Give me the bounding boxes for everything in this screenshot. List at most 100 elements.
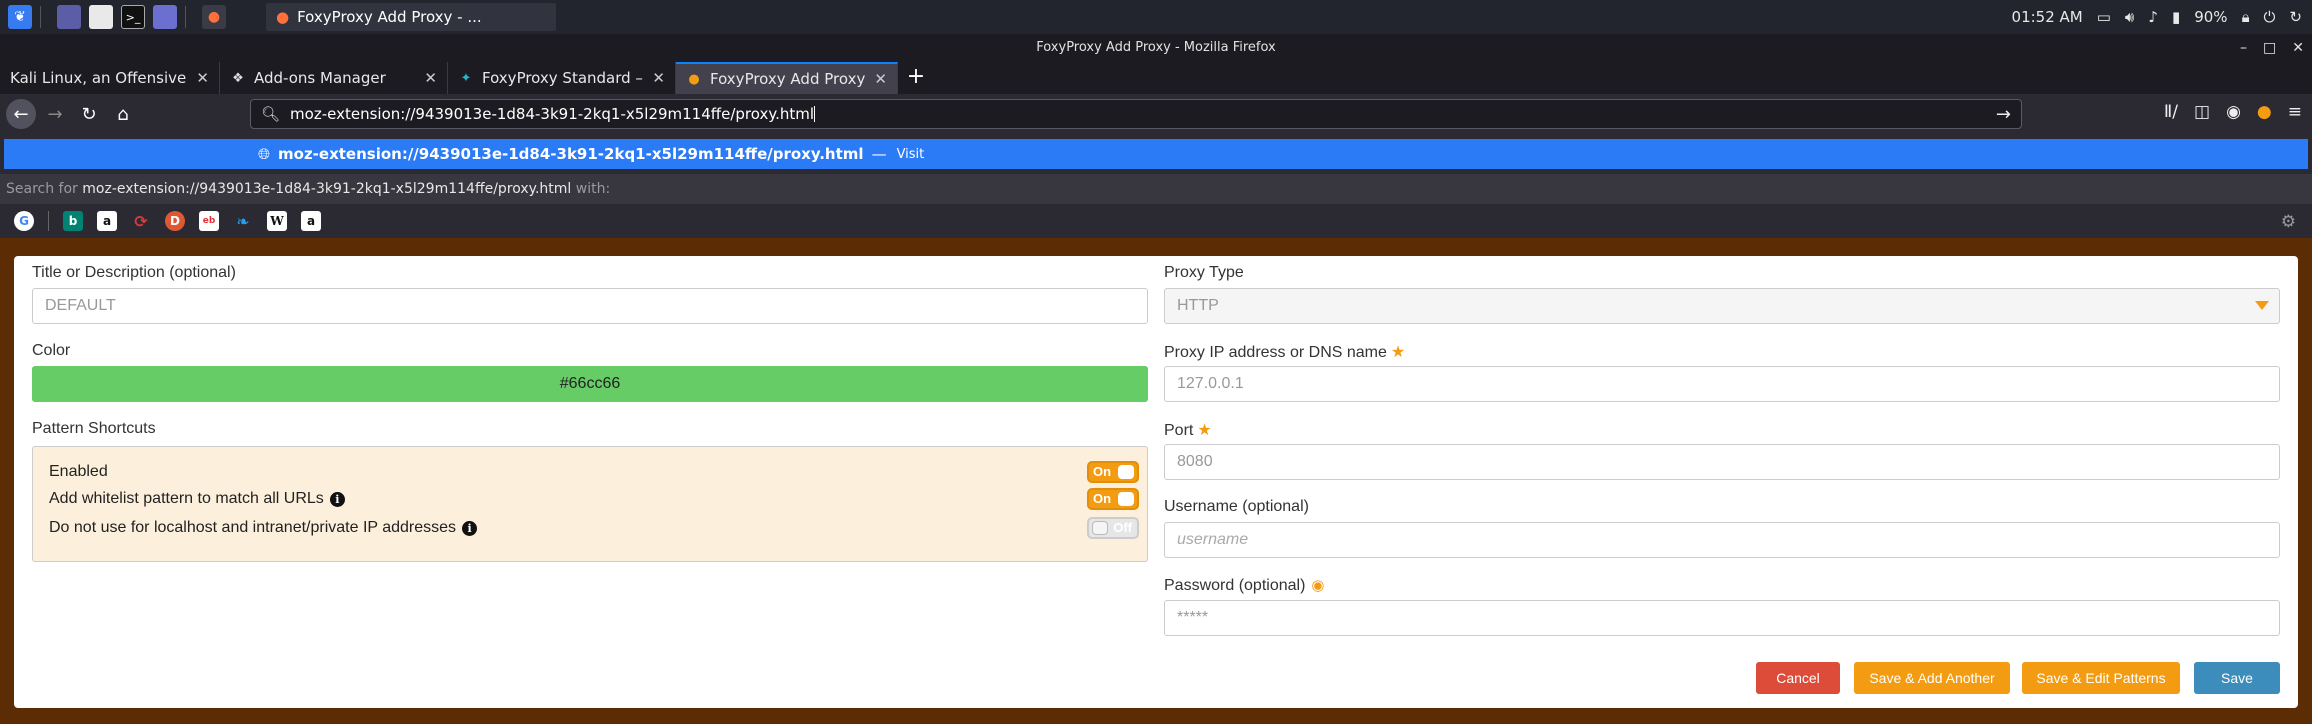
notification-bell-icon[interactable]: ♪ — [2148, 8, 2158, 26]
proxy-type-select[interactable]: HTTP — [1164, 288, 2280, 324]
port-label-text: Port — [1164, 422, 1194, 439]
library-icon[interactable]: Ⅱ∕ — [2164, 102, 2178, 122]
tab-kali-linux[interactable]: Kali Linux, an Offensive Secu ✕ — [0, 62, 220, 94]
proxy-ip-label: Proxy IP address or DNS name ★ — [1164, 342, 1405, 362]
wikipedia-icon[interactable]: W — [267, 211, 287, 231]
tab-label: FoxyProxy Add Proxy — [710, 70, 866, 88]
close-icon[interactable]: ✕ — [196, 69, 209, 87]
username-input[interactable]: username — [1164, 522, 2280, 558]
tab-addons-manager[interactable]: ❖ Add-ons Manager ✕ — [220, 62, 448, 94]
file-manager-icon[interactable] — [89, 5, 113, 29]
add-proxy-form: Title or Description (optional) DEFAULT … — [14, 256, 2298, 708]
refresh-icon[interactable]: ↻ — [2289, 8, 2302, 26]
show-desktop-icon[interactable] — [57, 5, 81, 29]
system-tray: 01:52 AM ▭ 🔊︎ ♪ ▮ 90% 🔒︎ ⏻ ↻ — [2012, 0, 2302, 34]
twitter-icon[interactable]: ❧ — [233, 211, 253, 231]
reload-button[interactable]: ↻ — [74, 99, 104, 129]
duckduckgo-icon[interactable]: D — [165, 211, 185, 231]
color-picker[interactable]: #66cc66 — [32, 366, 1148, 402]
google-icon[interactable]: G — [14, 211, 34, 231]
close-icon[interactable]: ✕ — [424, 69, 437, 87]
localhost-toggle[interactable]: Off — [1087, 517, 1139, 539]
tab-foxyproxy-standard[interactable]: ✦ FoxyProxy Standard – Get ✕ — [448, 62, 676, 94]
ebay-icon[interactable]: eb — [199, 211, 219, 231]
password-input[interactable]: ***** — [1164, 600, 2280, 636]
power-icon[interactable]: ⏻ — [2264, 8, 2276, 26]
back-button[interactable]: ← — [6, 99, 36, 129]
speaker-icon[interactable]: 🔊︎ — [2125, 8, 2134, 26]
shortcut-whitelist: Add whitelist pattern to match all URLs … — [49, 490, 345, 508]
cancel-button[interactable]: Cancel — [1756, 662, 1840, 694]
puzzle-icon: ❖ — [232, 70, 244, 86]
minimize-icon[interactable]: – — [2240, 34, 2247, 62]
proxy-ip-input[interactable]: 127.0.0.1 — [1164, 366, 2280, 402]
info-icon[interactable]: i — [329, 491, 345, 507]
clock[interactable]: 01:52 AM — [2012, 8, 2083, 26]
page-content: Title or Description (optional) DEFAULT … — [0, 238, 2312, 724]
amazon-icon[interactable]: a — [97, 211, 117, 231]
bing-icon[interactable]: b — [63, 211, 83, 231]
separator — [48, 211, 49, 231]
whitelist-toggle[interactable]: On — [1087, 488, 1139, 510]
port-label: Port ★ — [1164, 420, 1212, 440]
search-icon: 🔍︎ — [261, 105, 281, 123]
foxyproxy-icon: ✦ — [460, 70, 472, 86]
tab-foxyproxy-add-proxy[interactable]: ● FoxyProxy Add Proxy ✕ — [676, 62, 898, 94]
close-window-icon[interactable]: ✕ — [2292, 34, 2304, 62]
required-star-icon: ★ — [1197, 422, 1212, 439]
close-icon[interactable]: ✕ — [652, 69, 665, 87]
pattern-shortcuts-panel: Enabled On Add whitelist pattern to matc… — [32, 446, 1148, 562]
forward-button[interactable]: → — [40, 99, 70, 129]
password-label: Password (optional) ◉ — [1164, 576, 1325, 595]
toggle-state: On — [1093, 491, 1112, 506]
screenshot-app-icon[interactable] — [153, 5, 177, 29]
pattern-shortcuts-label: Pattern Shortcuts — [32, 420, 156, 437]
proxy-ip-label-text: Proxy IP address or DNS name — [1164, 344, 1387, 361]
toggle-state: On — [1093, 464, 1112, 479]
url-input[interactable]: moz-extension://9439013e-1d84-3k91-2kq1-… — [290, 105, 814, 123]
toggle-knob — [1118, 492, 1134, 506]
search-for-query: moz-extension://9439013e-1d84-3k91-2kq1-… — [82, 181, 572, 197]
window-title: FoxyProxy Add Proxy - Mozilla Firefox — [1036, 40, 1276, 55]
battery-icon[interactable]: ▮ — [2172, 8, 2180, 26]
hamburger-menu-icon[interactable]: ≡ — [2288, 102, 2302, 122]
shortcut-enabled: Enabled — [49, 463, 108, 481]
firefox-launcher-icon[interactable]: ● — [202, 5, 226, 29]
title-input[interactable]: DEFAULT — [32, 288, 1148, 324]
lock-icon[interactable]: 🔒︎ — [2242, 8, 2250, 26]
taskbar-active-window[interactable]: ● FoxyProxy Add Proxy - ... — [266, 3, 556, 31]
shortcut-localhost: Do not use for localhost and intranet/pr… — [49, 519, 478, 537]
home-button[interactable]: ⌂ — [108, 99, 138, 129]
save-edit-patterns-button[interactable]: Save & Edit Patterns — [2022, 662, 2180, 694]
sidebar-icon[interactable]: ◫ — [2194, 102, 2210, 122]
go-arrow-icon[interactable]: → — [1996, 104, 2011, 125]
close-icon[interactable]: ✕ — [874, 70, 887, 88]
tab-label: FoxyProxy Standard – Get — [482, 69, 646, 87]
maximize-icon[interactable]: □ — [2263, 34, 2276, 62]
enabled-toggle[interactable]: On — [1087, 461, 1139, 483]
save-add-another-button[interactable]: Save & Add Another — [1854, 662, 2010, 694]
account-icon[interactable]: ◉ — [2226, 102, 2241, 122]
terminal-icon[interactable]: >_ — [121, 5, 145, 29]
suggestion-dash: — — [871, 145, 887, 163]
globe-icon: 🌐︎ — [258, 145, 271, 163]
shortcut-label: Add whitelist pattern to match all URLs — [49, 490, 324, 507]
amazon-alt-icon[interactable]: a — [301, 211, 321, 231]
shortcut-label: Enabled — [49, 463, 108, 480]
port-input[interactable]: 8080 — [1164, 444, 2280, 480]
title-label: Title or Description (optional) — [32, 264, 236, 281]
foxyproxy-toolbar-icon[interactable]: ● — [2257, 102, 2272, 122]
save-button[interactable]: Save — [2194, 662, 2280, 694]
info-icon[interactable]: i — [462, 520, 478, 536]
required-star-icon: ★ — [1390, 344, 1406, 361]
display-icon[interactable]: ▭ — [2097, 8, 2111, 26]
search-for-row[interactable]: Search for moz-extension://9439013e-1d84… — [0, 174, 2312, 204]
suggestion-row[interactable]: 🌐︎ moz-extension://9439013e-1d84-3k91-2k… — [4, 139, 2308, 169]
url-bar[interactable]: 🔍︎ moz-extension://9439013e-1d84-3k91-2k… — [250, 99, 2022, 129]
kali-menu-icon[interactable]: ❦ — [8, 5, 32, 29]
ebay-redirect-icon[interactable]: ⟳ — [131, 211, 151, 231]
new-tab-button[interactable]: + — [898, 62, 934, 94]
tab-strip: Kali Linux, an Offensive Secu ✕ ❖ Add-on… — [0, 62, 2312, 94]
eye-icon[interactable]: ◉ — [1311, 577, 1324, 594]
search-settings-gear-icon[interactable]: ⚙ — [2281, 212, 2296, 232]
